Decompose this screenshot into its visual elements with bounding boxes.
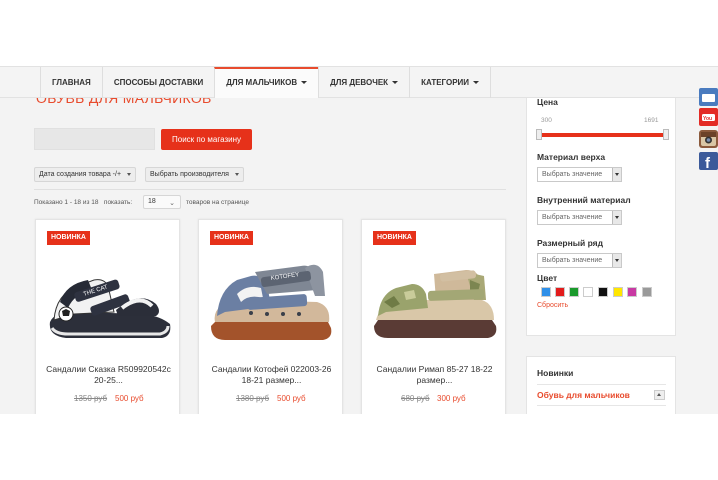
sort-by-date-dropdown[interactable]: Дата создания товара -/+	[34, 167, 137, 182]
size-range-select[interactable]: Выбрать значение	[537, 253, 622, 268]
divider	[34, 189, 506, 190]
product-card[interactable]: НОВИНКА Сандалии Римап 85-27 18-22 разме…	[361, 219, 506, 414]
new-badge: НОВИНКА	[210, 231, 253, 245]
nav-item-delivery[interactable]: Способы доставки	[101, 67, 214, 98]
manufacturer-dropdown[interactable]: Выбрать производителя	[145, 167, 244, 182]
select-placeholder: Выбрать значение	[542, 257, 603, 264]
color-swatch-blue[interactable]	[541, 287, 551, 297]
color-swatch-red[interactable]	[555, 287, 565, 297]
shown-count-text: Показано 1 - 18 из 18	[34, 199, 99, 206]
search-input[interactable]	[34, 128, 155, 150]
pagination-info: Показано 1 - 18 из 18 показать:	[34, 199, 132, 206]
price-slider-max-handle[interactable]	[663, 129, 669, 140]
nav-item-label: Для девочек	[330, 78, 389, 87]
color-swatch-grey[interactable]	[642, 287, 652, 297]
upper-material-label: Материал верха	[537, 152, 606, 162]
instagram-icon[interactable]	[699, 130, 718, 148]
nav-item-label: Главная	[52, 78, 91, 87]
sandal-black-white-icon: THE CAT	[49, 279, 171, 338]
chevron-down-icon	[301, 81, 308, 85]
per-page-value: 18	[148, 198, 156, 205]
inner-material-select[interactable]: Выбрать значение	[537, 210, 622, 225]
color-swatch-green[interactable]	[569, 287, 579, 297]
chevron-up-down-icon: ⌄	[169, 200, 175, 207]
product-card[interactable]: НОВИНКА THE CAT Сандалии Сказка R5099205…	[35, 219, 180, 414]
product-card[interactable]: НОВИНКА KOTOFEY Сандалии Котофей 022003-…	[198, 219, 343, 414]
category-link-boys-shoes[interactable]: Обувь для мальчиков	[537, 390, 630, 400]
page-title: ОБУВЬ ДЛЯ МАЛЬЧИКОВ	[36, 98, 212, 106]
color-swatch-white[interactable]	[583, 287, 593, 297]
nav-item-label: Для мальчиков	[226, 78, 298, 87]
content-area: ОБУВЬ ДЛЯ МАЛЬЧИКОВ Поиск по магазину Да…	[0, 98, 718, 414]
share-icon[interactable]	[699, 88, 718, 106]
sandal-blue-grey-icon: KOTOFEY	[211, 264, 332, 340]
sandal-beige-camo-icon	[374, 270, 497, 338]
price-slider-min-handle[interactable]	[536, 129, 542, 140]
product-title[interactable]: Сандалии Котофей 022003-26 18-21 размер.…	[205, 364, 338, 386]
search-button[interactable]: Поиск по магазину	[161, 129, 252, 150]
upper-material-select[interactable]: Выбрать значение	[537, 167, 622, 182]
color-label: Цвет	[537, 273, 558, 283]
color-swatch-yellow[interactable]	[613, 287, 623, 297]
inner-material-label: Внутренний материал	[537, 195, 631, 205]
current-price: 500 руб	[277, 394, 306, 403]
nav-item-girls[interactable]: Для девочек	[318, 67, 409, 98]
chevron-down-icon	[392, 81, 399, 85]
divider	[537, 405, 666, 406]
nav-item-boys[interactable]: Для мальчиков	[214, 67, 319, 98]
youtube-icon[interactable]: You	[699, 108, 718, 126]
sort-label: Дата создания товара -/+	[39, 171, 122, 178]
product-title[interactable]: Сандалии Сказка R509920542c 20-25...	[42, 364, 175, 386]
chevron-up-icon[interactable]	[654, 390, 665, 400]
facebook-icon[interactable]: f	[699, 152, 718, 170]
old-price: 680 руб	[401, 394, 430, 403]
filter-panel: Цена 300 1691 Материал верха Выбрать зна…	[526, 98, 676, 336]
current-price: 300 руб	[437, 394, 466, 403]
new-arrivals-panel: Новинки Обувь для мальчиков	[526, 356, 676, 414]
new-badge: НОВИНКА	[373, 231, 416, 245]
chevron-down-icon	[612, 168, 621, 181]
size-range-label: Размерный ряд	[537, 238, 604, 248]
product-title[interactable]: Сандалии Римап 85-27 18-22 размер...	[368, 364, 501, 386]
nav-item-categories[interactable]: Категории	[409, 67, 492, 98]
chevron-down-icon	[473, 81, 480, 85]
chevron-down-icon	[234, 173, 239, 176]
price-min: 300	[541, 117, 552, 124]
per-page-select[interactable]: 18 ⌄	[143, 195, 181, 209]
main-navigation: Главная Способы доставки Для мальчиков Д…	[0, 66, 718, 98]
price-max: 1691	[644, 117, 659, 124]
header-blank-area	[0, 0, 718, 66]
reset-filter-link[interactable]: Сбросить	[537, 302, 568, 309]
color-swatch-black[interactable]	[598, 287, 608, 297]
new-badge: НОВИНКА	[47, 231, 90, 245]
new-arrivals-title: Новинки	[537, 368, 574, 378]
per-page-suffix: товаров на странице	[186, 199, 249, 206]
nav-item-label: Категории	[421, 78, 470, 87]
chevron-down-icon	[127, 173, 132, 176]
nav-item-home[interactable]: Главная	[40, 67, 102, 98]
chevron-down-icon	[612, 211, 621, 224]
price-slider-track[interactable]	[537, 133, 668, 137]
nav-item-label: Способы доставки	[113, 78, 204, 87]
manufacturer-label: Выбрать производителя	[150, 171, 229, 178]
old-price: 1350 руб	[74, 394, 108, 403]
select-placeholder: Выбрать значение	[542, 171, 603, 178]
color-swatch-magenta[interactable]	[627, 287, 637, 297]
current-price: 500 руб	[115, 394, 144, 403]
price-label: Цена	[537, 98, 558, 107]
select-placeholder: Выбрать значение	[542, 214, 603, 221]
divider	[537, 384, 666, 385]
old-price: 1380 руб	[236, 394, 270, 403]
chevron-down-icon	[612, 254, 621, 267]
footer-blank-area	[0, 414, 718, 480]
svg-text:You: You	[703, 116, 712, 122]
show-label: показать:	[103, 199, 133, 206]
